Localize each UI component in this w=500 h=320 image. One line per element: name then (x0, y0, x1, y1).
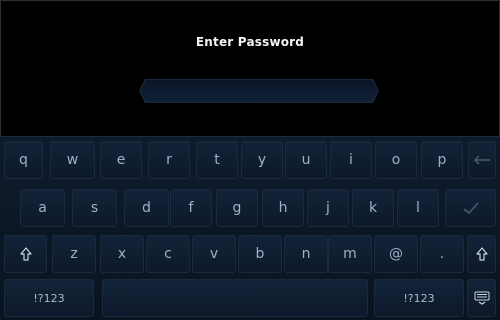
key-label: f (188, 200, 194, 216)
key-a[interactable]: a (20, 189, 65, 227)
keyboard-hide-icon (474, 291, 490, 305)
key-label: c (164, 246, 172, 262)
symbols-key-left[interactable]: !?123 (4, 279, 94, 317)
key-n[interactable]: n (284, 235, 328, 273)
shift-icon (475, 246, 489, 262)
password-field[interactable] (139, 79, 379, 103)
key-r[interactable]: r (148, 141, 190, 179)
key-t[interactable]: t (196, 141, 238, 179)
password-field-inner (140, 80, 378, 102)
space-bar[interactable] (102, 279, 368, 317)
key-at[interactable]: @ (374, 235, 418, 273)
key-h[interactable]: h (262, 189, 304, 227)
hide-keyboard-key[interactable] (467, 279, 496, 317)
key-label: y (257, 152, 267, 168)
key-d[interactable]: d (124, 189, 169, 227)
key-o[interactable]: o (375, 141, 417, 179)
page-title: Enter Password (195, 35, 305, 49)
key-label: z (70, 246, 78, 262)
key-label: n (301, 246, 311, 262)
key-label: i (349, 152, 353, 168)
key-label: . (439, 246, 445, 262)
key-m[interactable]: m (328, 235, 372, 273)
key-label: l (416, 200, 420, 216)
shift-key-right[interactable] (467, 235, 496, 273)
key-label: u (301, 152, 311, 168)
key-k[interactable]: k (352, 189, 394, 227)
symbols-key-right[interactable]: !?123 (374, 279, 464, 317)
key-label: h (278, 200, 288, 216)
key-label: o (391, 152, 401, 168)
key-y[interactable]: y (241, 141, 283, 179)
key-label: m (343, 246, 357, 262)
key-s[interactable]: s (72, 189, 117, 227)
key-label: d (142, 200, 151, 216)
key-label: !?123 (403, 291, 435, 305)
on-screen-keyboard: q w e r t y u i o p a s d f g h j k l z … (0, 136, 500, 320)
key-label: e (116, 152, 126, 168)
key-label: s (90, 200, 99, 216)
key-l[interactable]: l (397, 189, 439, 227)
key-label: a (38, 200, 47, 216)
shift-icon (19, 246, 33, 262)
key-q[interactable]: q (4, 141, 43, 179)
key-label: w (66, 152, 79, 168)
key-label: j (326, 200, 330, 216)
checkmark-icon (462, 201, 480, 215)
backspace-key[interactable] (468, 141, 496, 179)
key-e[interactable]: e (100, 141, 142, 179)
key-c[interactable]: c (146, 235, 190, 273)
key-b[interactable]: b (238, 235, 282, 273)
key-label: v (209, 246, 219, 262)
key-label: g (232, 200, 242, 216)
key-w[interactable]: w (50, 141, 95, 179)
key-label: @ (389, 246, 403, 262)
key-label: p (437, 152, 447, 168)
key-u[interactable]: u (285, 141, 327, 179)
key-label: x (117, 246, 127, 262)
key-j[interactable]: j (307, 189, 349, 227)
backspace-icon (473, 154, 491, 166)
enter-key[interactable] (445, 189, 496, 227)
key-z[interactable]: z (52, 235, 96, 273)
password-input[interactable] (150, 80, 372, 102)
key-label: t (214, 152, 220, 168)
key-i[interactable]: i (330, 141, 372, 179)
key-label: q (19, 152, 28, 168)
key-f[interactable]: f (170, 189, 212, 227)
key-period[interactable]: . (420, 235, 464, 273)
key-p[interactable]: p (421, 141, 463, 179)
key-x[interactable]: x (100, 235, 144, 273)
key-label: r (166, 152, 172, 168)
key-label: k (368, 200, 378, 216)
key-label: b (255, 246, 265, 262)
key-v[interactable]: v (192, 235, 236, 273)
key-g[interactable]: g (216, 189, 258, 227)
shift-key-left[interactable] (4, 235, 47, 273)
key-label: !?123 (33, 291, 65, 305)
